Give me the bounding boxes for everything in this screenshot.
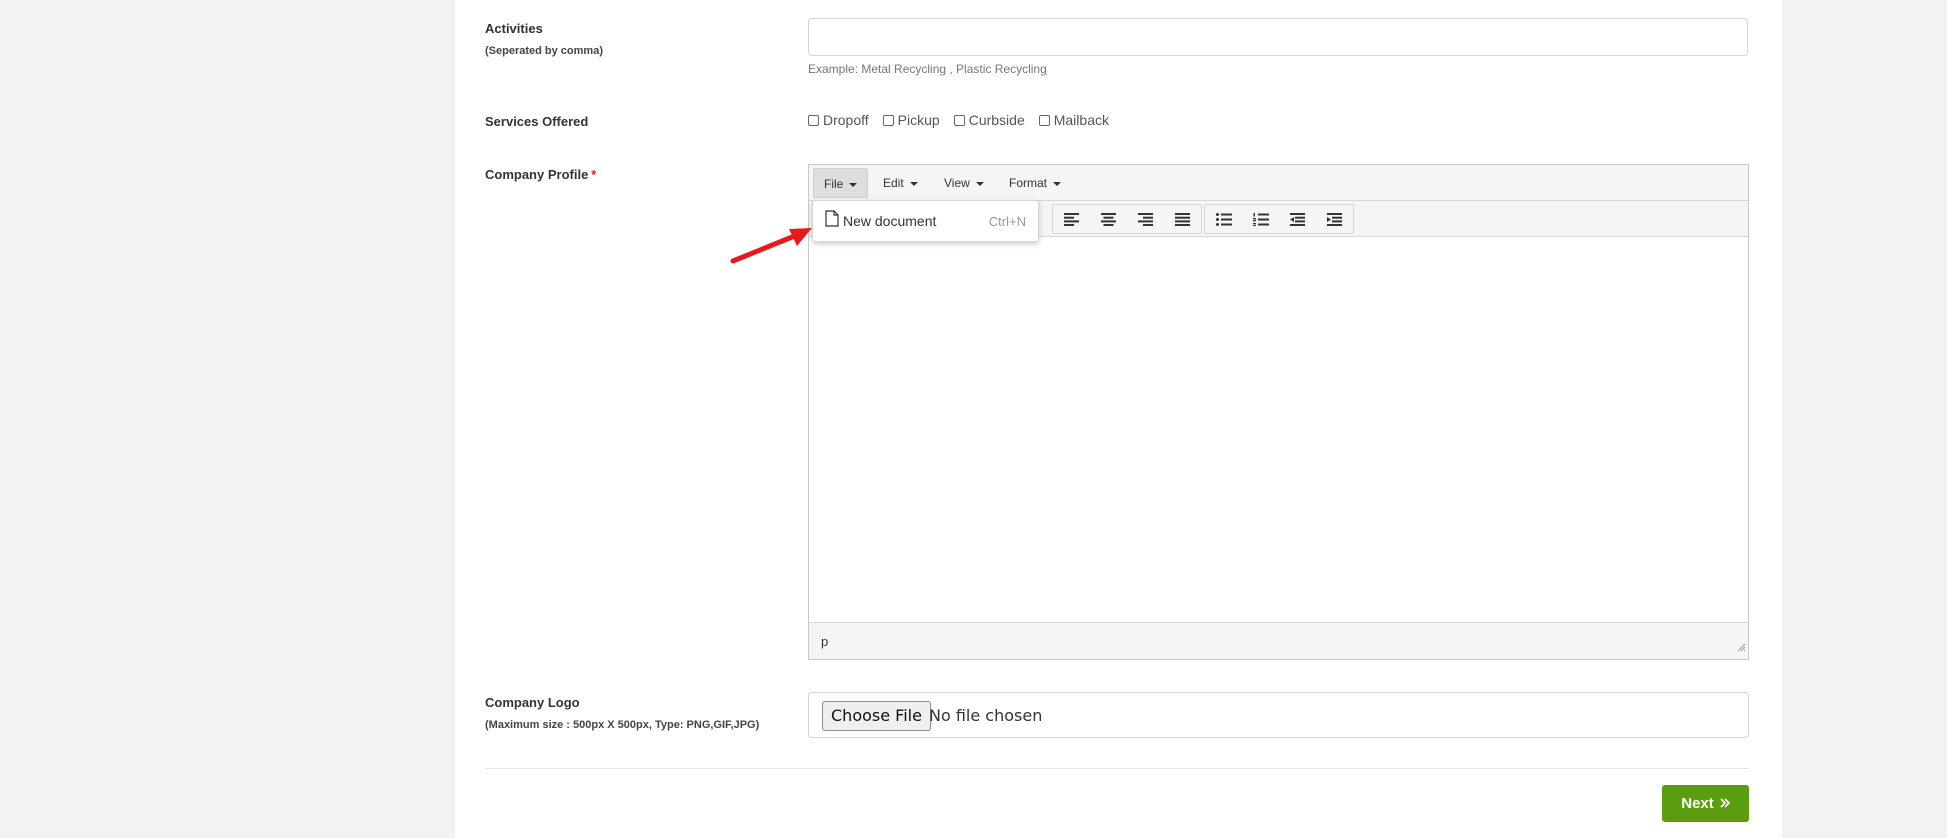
service-dropoff[interactable]: Dropoff [808, 112, 869, 128]
service-mailback[interactable]: Mailback [1038, 112, 1109, 128]
service-pickup[interactable]: Pickup [882, 112, 940, 128]
activities-label: Activities [485, 21, 543, 36]
new-document-menu-item[interactable]: New document Ctrl+N [819, 207, 1032, 235]
align-right-icon[interactable] [1127, 205, 1164, 233]
choose-file-button[interactable]: Choose File [822, 701, 931, 731]
outdent-icon[interactable] [1279, 205, 1316, 233]
align-left-icon[interactable] [1053, 205, 1090, 233]
form-divider [485, 768, 1749, 769]
services-options: Dropoff Pickup Curbside Mailback [808, 112, 1123, 128]
list-group [1204, 204, 1354, 234]
menu-edit[interactable]: Edit [873, 168, 928, 198]
next-button[interactable]: Next [1662, 785, 1749, 822]
curbside-checkbox[interactable] [953, 114, 965, 126]
menu-view[interactable]: View [934, 168, 994, 198]
new-document-label: New document [843, 213, 937, 229]
numbered-list-icon[interactable] [1242, 205, 1279, 233]
profile-label: Company Profile * [485, 167, 596, 182]
logo-sublabel: (Maximum size : 500px X 500px, Type: PNG… [485, 719, 760, 731]
service-curbside[interactable]: Curbside [953, 112, 1025, 128]
menu-file[interactable]: File [813, 168, 869, 198]
logo-file-input[interactable]: Choose File No file chosen [808, 692, 1749, 738]
logo-label: Company Logo [485, 695, 580, 710]
dropoff-checkbox[interactable] [808, 114, 819, 126]
chevron-down-icon [849, 182, 858, 187]
menu-edit-label: Edit [883, 176, 904, 190]
curbside-label: Curbside [968, 112, 1025, 128]
editor-content-area[interactable] [809, 237, 1748, 623]
align-justify-icon[interactable] [1164, 205, 1201, 233]
align-center-icon[interactable] [1090, 205, 1127, 233]
document-icon [825, 210, 839, 232]
indent-icon[interactable] [1316, 205, 1353, 233]
mailback-label: Mailback [1053, 112, 1109, 128]
annotation-arrow-icon [730, 228, 812, 264]
required-marker: * [591, 167, 597, 182]
chevron-down-icon [975, 181, 984, 186]
activities-help-text: Example: Metal Recycling , Plastic Recyc… [808, 62, 1047, 76]
pickup-label: Pickup [897, 112, 940, 128]
dropoff-label: Dropoff [823, 112, 869, 128]
chevron-down-icon [1053, 181, 1062, 186]
menu-format-label: Format [1009, 176, 1048, 190]
bullet-list-icon[interactable] [1205, 205, 1242, 233]
activities-sublabel: (Seperated by comma) [485, 45, 603, 57]
menu-file-label: File [824, 177, 844, 191]
profile-label-text: Company Profile [485, 167, 589, 182]
file-status-text: No file chosen [929, 706, 1043, 725]
mailback-checkbox[interactable] [1038, 114, 1050, 126]
resize-handle-icon[interactable] [1736, 639, 1746, 657]
editor-menubar: File Edit View Format [809, 165, 1748, 201]
menu-view-label: View [944, 176, 970, 190]
editor-statusbar: p [809, 622, 1748, 659]
double-chevron-right-icon [1720, 795, 1730, 812]
chevron-down-icon [909, 181, 918, 186]
pickup-checkbox[interactable] [882, 114, 894, 126]
services-label: Services Offered [485, 114, 589, 129]
next-label: Next [1681, 795, 1714, 812]
alignment-group [1052, 204, 1202, 234]
file-menu-dropdown: New document Ctrl+N [812, 200, 1039, 242]
new-document-shortcut: Ctrl+N [988, 213, 1026, 229]
element-path[interactable]: p [821, 634, 828, 649]
menu-format[interactable]: Format [999, 168, 1071, 198]
activities-input[interactable] [808, 18, 1748, 56]
